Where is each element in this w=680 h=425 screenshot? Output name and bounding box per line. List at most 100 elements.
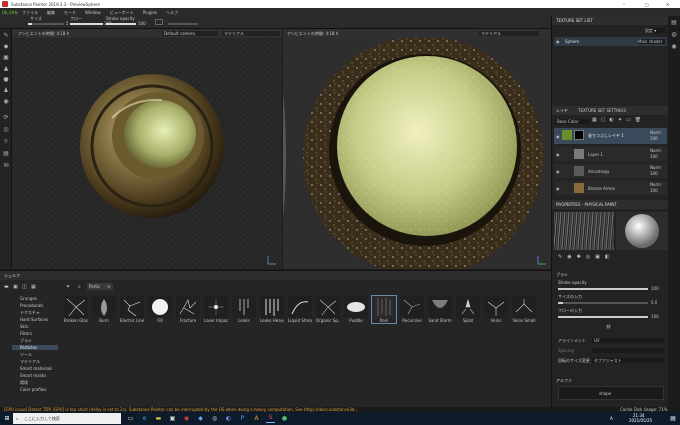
tab-texture-set-settings[interactable]: TEXTURE SET SETTINGS bbox=[578, 108, 626, 113]
log-icon[interactable]: ✉ bbox=[0, 161, 12, 171]
shelf-item[interactable]: Recursive bbox=[400, 296, 424, 323]
shelf-item[interactable]: Veins bbox=[484, 296, 508, 323]
shelf-item[interactable]: Fill bbox=[148, 296, 172, 323]
taskbar-search-input[interactable]: ここに入力して検索 bbox=[24, 416, 60, 421]
layer-opacity[interactable]: 100 bbox=[650, 136, 658, 141]
app-icon[interactable]: ● bbox=[280, 414, 289, 423]
angle-dropdown[interactable]: タブアジャスト bbox=[592, 358, 664, 363]
layer-blend[interactable]: Norm bbox=[650, 148, 661, 153]
clock-date[interactable]: 2021/05/25 bbox=[629, 418, 652, 423]
visibility-eye-icon[interactable]: ◉ bbox=[556, 39, 560, 44]
shelf-item[interactable]: Puddle bbox=[344, 296, 368, 323]
layer-opacity[interactable]: 100 bbox=[650, 171, 658, 176]
brush-tab-icon[interactable]: ✎ bbox=[558, 254, 562, 260]
camera-settings-icon[interactable]: ◉ bbox=[668, 42, 680, 52]
layer-blend[interactable]: Norm bbox=[650, 130, 661, 135]
slider-value[interactable]: 100 bbox=[651, 286, 659, 291]
texture-set-row[interactable]: ◉ Sphere Main shader bbox=[554, 37, 667, 46]
shelf-item[interactable]: Sand Storm bbox=[428, 296, 452, 323]
shelf-item[interactable]: Fracture bbox=[176, 296, 200, 323]
shelf-item[interactable]: Laser Impacts bbox=[204, 296, 228, 323]
symmetry-toggle[interactable] bbox=[155, 19, 163, 25]
explorer-icon[interactable]: ▬ bbox=[154, 414, 163, 423]
menu-item-file[interactable]: ファイル bbox=[22, 10, 38, 15]
ime-indicator[interactable]: A bbox=[610, 416, 613, 421]
add-mask-icon[interactable]: ◐ bbox=[609, 117, 613, 125]
layer-opacity[interactable]: 100 bbox=[650, 188, 658, 193]
add-fill-layer-icon[interactable]: ▦ bbox=[592, 117, 597, 125]
shader-dropdown[interactable]: Main shader bbox=[638, 39, 665, 44]
shelf-item[interactable]: Liquid Stream bbox=[288, 296, 312, 323]
size-input-slider[interactable] bbox=[558, 302, 648, 304]
link-icon[interactable]: ⛓ bbox=[606, 324, 611, 329]
visibility-eye-icon[interactable]: ◉ bbox=[556, 169, 560, 174]
shelf-item[interactable]: Electric Lines bbox=[120, 296, 144, 323]
shelf-item-selected[interactable]: Rain bbox=[371, 295, 397, 324]
visibility-eye-icon[interactable]: ◉ bbox=[556, 152, 560, 157]
size-slider[interactable] bbox=[28, 23, 64, 25]
channel-tab-icon[interactable]: ◧ bbox=[605, 254, 610, 260]
projection-icon[interactable]: ▣ bbox=[0, 53, 12, 63]
viewport-3d[interactable]: アンビエントの時間: 4:18 h Default camera マテリアル bbox=[12, 29, 282, 269]
steam-icon[interactable]: ◍ bbox=[210, 414, 219, 423]
shelf-item[interactable]: Burn bbox=[92, 296, 116, 323]
category-item[interactable]: ブラシ bbox=[12, 338, 58, 343]
menu-item-mode[interactable]: モード bbox=[64, 10, 76, 15]
menu-item-plugins[interactable]: Plugins bbox=[143, 10, 157, 15]
flow-input-slider[interactable] bbox=[558, 316, 648, 318]
display-settings-icon[interactable]: ☼ bbox=[0, 137, 12, 147]
material-dropdown-left[interactable]: マテリアル bbox=[222, 31, 280, 36]
slider-value[interactable]: 100 bbox=[651, 314, 659, 319]
shelf-toggle-icon[interactable]: ▤ bbox=[668, 18, 680, 28]
taskbar-search[interactable]: ⌕ ここに入力して検索 bbox=[13, 413, 121, 424]
category-item[interactable]: マテリアル bbox=[12, 359, 58, 364]
notification-icon[interactable]: ▤ bbox=[668, 414, 678, 423]
store-icon[interactable]: ▣ bbox=[168, 414, 177, 423]
smudge-icon[interactable]: ● bbox=[0, 75, 12, 85]
chrome-icon[interactable]: ◉ bbox=[182, 414, 191, 423]
blend-mode-dropdown[interactable]: Base Color bbox=[555, 119, 589, 124]
material-dropdown-right[interactable]: マテリアル bbox=[479, 31, 539, 36]
import-icon[interactable]: ▣ bbox=[13, 284, 18, 290]
category-item[interactable]: Skin bbox=[12, 324, 58, 329]
viewport-2d[interactable]: アンビエントの時間: 4:18 h マテリアル bbox=[283, 29, 551, 269]
discord-icon[interactable]: ◐ bbox=[224, 414, 233, 423]
stroke-value[interactable]: 100 bbox=[138, 21, 146, 26]
menu-item-window[interactable]: Window bbox=[85, 10, 101, 15]
render-icon[interactable]: ◎ bbox=[0, 125, 12, 135]
category-item[interactable]: テクスチャ bbox=[12, 310, 58, 315]
paint-brush-icon[interactable]: ✎ bbox=[0, 31, 12, 41]
particle-tab-icon[interactable]: ✺ bbox=[577, 254, 581, 260]
filter-icon[interactable]: ⏷ bbox=[66, 284, 70, 290]
category-item[interactable]: Hard Surfaces bbox=[12, 317, 58, 322]
category-item[interactable]: Color profiles bbox=[12, 387, 58, 392]
shelf-item[interactable]: Splat bbox=[456, 296, 480, 323]
delete-layer-icon[interactable]: 🗑 bbox=[635, 117, 641, 125]
environment-icon[interactable]: ◍ bbox=[668, 30, 680, 40]
category-item[interactable]: Procedurals bbox=[12, 303, 58, 308]
shelf-item[interactable]: Broken Glass bbox=[64, 296, 88, 323]
picker-icon[interactable]: ◉ bbox=[0, 97, 12, 107]
edge-icon[interactable]: e bbox=[140, 414, 149, 423]
folder-icon[interactable]: ▬ bbox=[4, 284, 9, 290]
texture-set-settings-dropdown[interactable]: 設定 ▾ bbox=[645, 28, 665, 33]
spacing-dropdown[interactable] bbox=[592, 348, 664, 353]
minimize-button[interactable]: ─ bbox=[623, 2, 625, 7]
alignment-dropdown[interactable]: UV bbox=[592, 338, 664, 343]
settings-tab-icon[interactable]: ◎ bbox=[586, 254, 590, 260]
stroke-opacity-slider[interactable] bbox=[558, 288, 648, 290]
layer-opacity[interactable]: 100 bbox=[650, 154, 658, 159]
new-folder-icon[interactable]: ◫ bbox=[22, 284, 27, 290]
photoshop-icon[interactable]: P bbox=[238, 414, 247, 423]
add-effect-icon[interactable]: ✦ bbox=[618, 117, 622, 125]
maximize-button[interactable]: □ bbox=[645, 2, 649, 7]
visibility-eye-icon[interactable]: ◉ bbox=[556, 186, 560, 191]
folder-icon[interactable]: ▭ bbox=[626, 117, 631, 125]
shelf-item[interactable]: Veins Small bbox=[512, 296, 536, 323]
layer-row[interactable]: ◉ Layer 1 Norm 100 bbox=[554, 147, 667, 161]
extra-slider[interactable] bbox=[168, 23, 198, 25]
search-icon[interactable]: ⌕ bbox=[78, 284, 81, 290]
category-item[interactable]: Smart materials bbox=[12, 366, 58, 371]
menu-item-help[interactable]: ヘルプ bbox=[166, 10, 178, 15]
layer-blend[interactable]: Norm bbox=[650, 165, 661, 170]
